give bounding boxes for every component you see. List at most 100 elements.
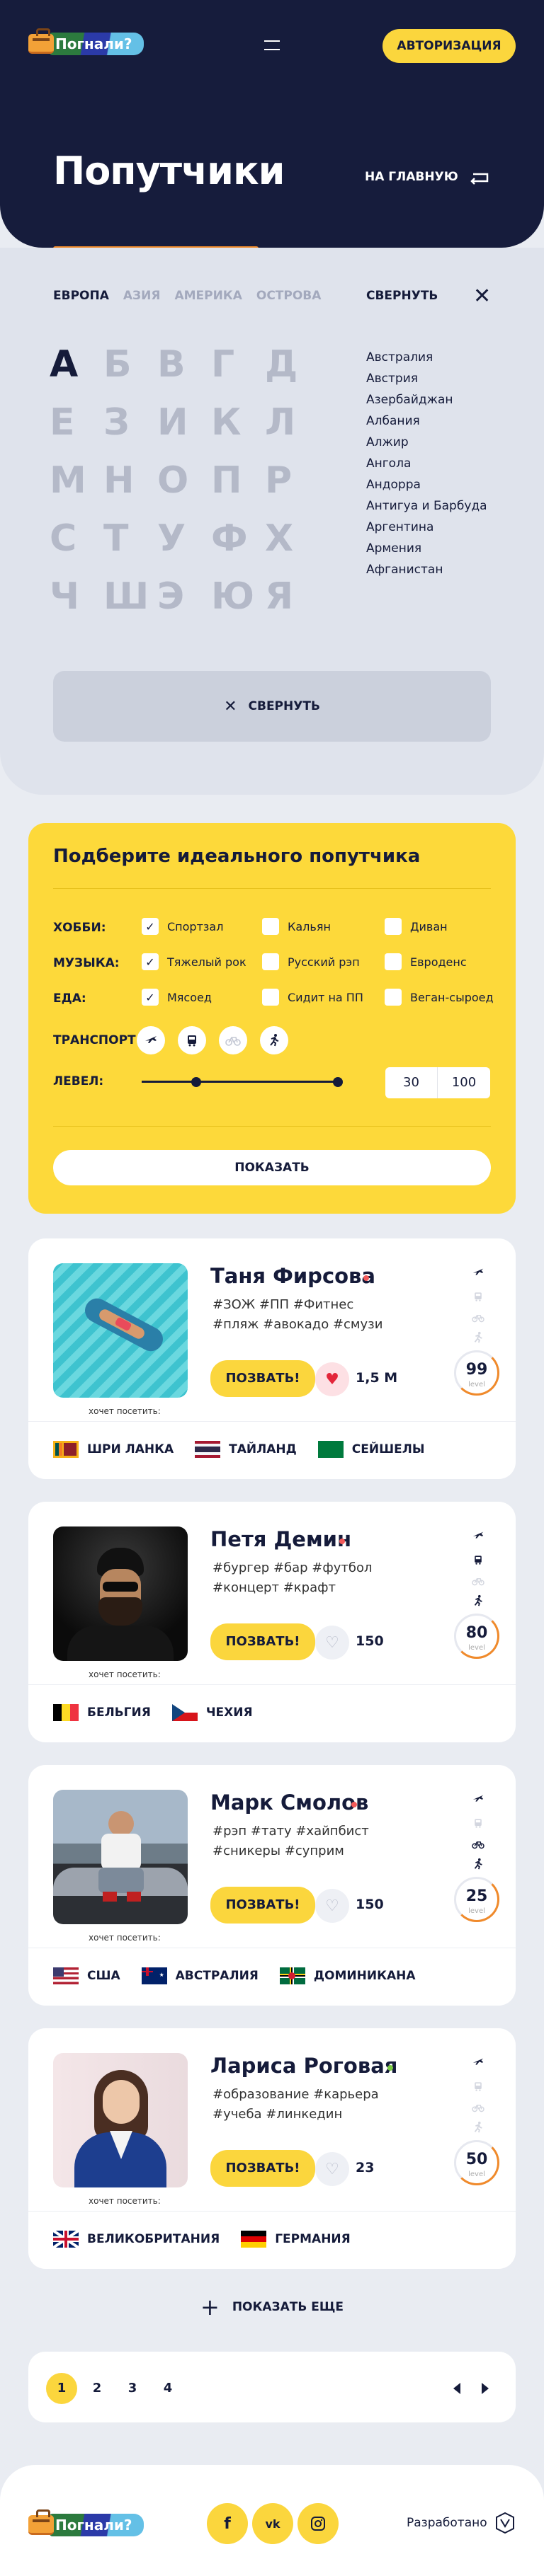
wish-country[interactable]: БЕЛЬГИЯ (53, 1704, 151, 1721)
checkbox-rap[interactable]: Русский рэп (262, 953, 360, 970)
show-button[interactable]: ПОКАЗАТЬ (53, 1150, 491, 1185)
letter-7[interactable]: И (157, 401, 211, 459)
country-item[interactable]: Алжир (366, 432, 487, 453)
letter-9[interactable]: Л (265, 401, 319, 459)
logo[interactable]: Погнали? (28, 28, 144, 55)
like-heart-icon[interactable]: ♥ (315, 1362, 349, 1396)
letter-20[interactable]: Ч (50, 575, 103, 633)
return-icon[interactable] (468, 170, 492, 185)
letter-0[interactable]: А (50, 343, 103, 401)
wish-country[interactable]: ВЕЛИКОБРИТАНИЯ (53, 2231, 220, 2248)
show-more-button[interactable]: + ПОКАЗАТЬ ЕЩЕ (200, 2294, 344, 2321)
facebook-icon[interactable]: f (207, 2503, 248, 2544)
country-item[interactable]: Австралия (366, 347, 487, 368)
bike-toggle[interactable] (219, 1026, 247, 1054)
letter-22[interactable]: Э (157, 575, 211, 633)
level-slider-track[interactable] (142, 1081, 340, 1083)
checkbox-vegan[interactable]: Веган-сыроед (385, 989, 494, 1006)
traveler-name[interactable]: Марк Смолов (210, 1790, 368, 1815)
letter-17[interactable]: У (157, 517, 211, 575)
tab-america[interactable]: АМЕРИКА (174, 289, 242, 303)
traveler-name[interactable]: Таня Фирсова (210, 1264, 375, 1288)
country-item[interactable]: Ангола (366, 453, 487, 474)
letter-10[interactable]: М (50, 459, 103, 517)
checkbox-pp[interactable]: Сидит на ПП (262, 989, 363, 1006)
country-item[interactable]: Аргентина (366, 517, 487, 538)
wish-country[interactable]: ГЕРМАНИЯ (241, 2231, 351, 2248)
country-item[interactable]: Албания (366, 410, 487, 432)
letter-19[interactable]: Х (265, 517, 319, 575)
collapse-button[interactable]: ✕ СВЕРНУТЬ (53, 671, 491, 742)
level-max-input[interactable]: 100 (438, 1067, 490, 1098)
wish-country[interactable]: ШРИ ЛАНКА (53, 1441, 174, 1458)
checkbox-gym[interactable]: ✓ Спортзал (142, 918, 223, 935)
traveler-photo[interactable] (53, 1263, 188, 1398)
letter-13[interactable]: П (211, 459, 265, 517)
checkbox-meat[interactable]: ✓ Мясоед (142, 989, 212, 1006)
tab-islands[interactable]: ОСТРОВА (256, 289, 322, 303)
wish-country[interactable]: СЕЙШЕЛЫ (317, 1441, 424, 1458)
wish-country[interactable]: ДОМИНИКАНА (279, 1967, 416, 1984)
traveler-name[interactable]: Лариса Роговая (210, 2054, 397, 2078)
letter-4[interactable]: Д (265, 343, 319, 401)
page-4[interactable]: 4 (152, 2373, 183, 2404)
checkbox-hookah[interactable]: Кальян (262, 918, 331, 935)
close-icon[interactable]: ✕ (473, 286, 491, 307)
letter-11[interactable]: Н (103, 459, 157, 517)
letter-6[interactable]: З (103, 401, 157, 459)
to-home-link[interactable]: НА ГЛАВНУЮ (365, 170, 458, 184)
invite-button[interactable]: ПОЗВАТЬ! (210, 1887, 315, 1924)
vk-icon[interactable]: vk (252, 2503, 293, 2544)
letter-3[interactable]: Г (211, 343, 265, 401)
collapse-link[interactable]: СВЕРНУТЬ (366, 289, 438, 303)
checkbox-rock[interactable]: ✓ Тяжелый рок (142, 953, 246, 970)
letter-15[interactable]: С (50, 517, 103, 575)
like-heart-icon[interactable]: ♡ (315, 1626, 349, 1660)
footer-logo[interactable]: Погнали? (28, 2509, 144, 2536)
letter-1[interactable]: Б (103, 343, 157, 401)
letter-2[interactable]: В (157, 343, 211, 401)
country-item[interactable]: Азербайджан (366, 389, 487, 410)
instagram-icon[interactable] (298, 2503, 339, 2544)
letter-8[interactable]: К (211, 401, 265, 459)
tab-asia[interactable]: АЗИЯ (123, 289, 161, 303)
page-3[interactable]: 3 (117, 2373, 148, 2404)
invite-button[interactable]: ПОЗВАТЬ! (210, 1623, 315, 1660)
country-item[interactable]: Афганистан (366, 559, 487, 580)
tab-europe[interactable]: ЕВРОПА (53, 289, 109, 303)
country-item[interactable]: Австрия (366, 368, 487, 389)
wish-country[interactable]: США (53, 1967, 120, 1984)
like-heart-icon[interactable]: ♡ (315, 2152, 349, 2186)
like-heart-icon[interactable]: ♡ (315, 1889, 349, 1923)
letter-14[interactable]: Р (265, 459, 319, 517)
level-slider-min-knob[interactable] (191, 1077, 201, 1087)
next-arrow-icon[interactable] (480, 2382, 490, 2395)
auth-button[interactable]: АВТОРИЗАЦИЯ (382, 29, 516, 63)
page-2[interactable]: 2 (81, 2373, 113, 2404)
country-item[interactable]: Антигуа и Барбуда (366, 495, 487, 517)
invite-button[interactable]: ПОЗВАТЬ! (210, 1360, 315, 1397)
prev-arrow-icon[interactable] (452, 2382, 462, 2395)
traveler-name[interactable]: Петя Демин (210, 1527, 351, 1551)
letter-18[interactable]: Ф (211, 517, 265, 575)
plane-toggle[interactable] (137, 1026, 165, 1054)
letter-5[interactable]: Е (50, 401, 103, 459)
bus-toggle[interactable] (178, 1026, 206, 1054)
page-1[interactable]: 1 (46, 2373, 77, 2404)
checkbox-eurodance[interactable]: Евроденс (385, 953, 467, 970)
invite-button[interactable]: ПОЗВАТЬ! (210, 2150, 315, 2187)
traveler-photo[interactable] (53, 2053, 188, 2187)
wish-country[interactable]: ★ АВСТРАЛИЯ (141, 1967, 259, 1984)
walk-toggle[interactable] (260, 1026, 288, 1054)
wish-country[interactable]: ЧЕХИЯ (171, 1704, 253, 1721)
country-item[interactable]: Андорра (366, 474, 487, 495)
letter-23[interactable]: Ю (211, 575, 265, 633)
menu-icon[interactable] (264, 40, 280, 50)
letter-24[interactable]: Я (265, 575, 319, 633)
letter-16[interactable]: Т (103, 517, 157, 575)
checkbox-sofa[interactable]: Диван (385, 918, 448, 935)
developer-logo-icon[interactable] (496, 2512, 514, 2534)
level-slider-max-knob[interactable] (333, 1077, 343, 1087)
traveler-photo[interactable] (53, 1526, 188, 1661)
level-min-input[interactable]: 30 (385, 1067, 438, 1098)
